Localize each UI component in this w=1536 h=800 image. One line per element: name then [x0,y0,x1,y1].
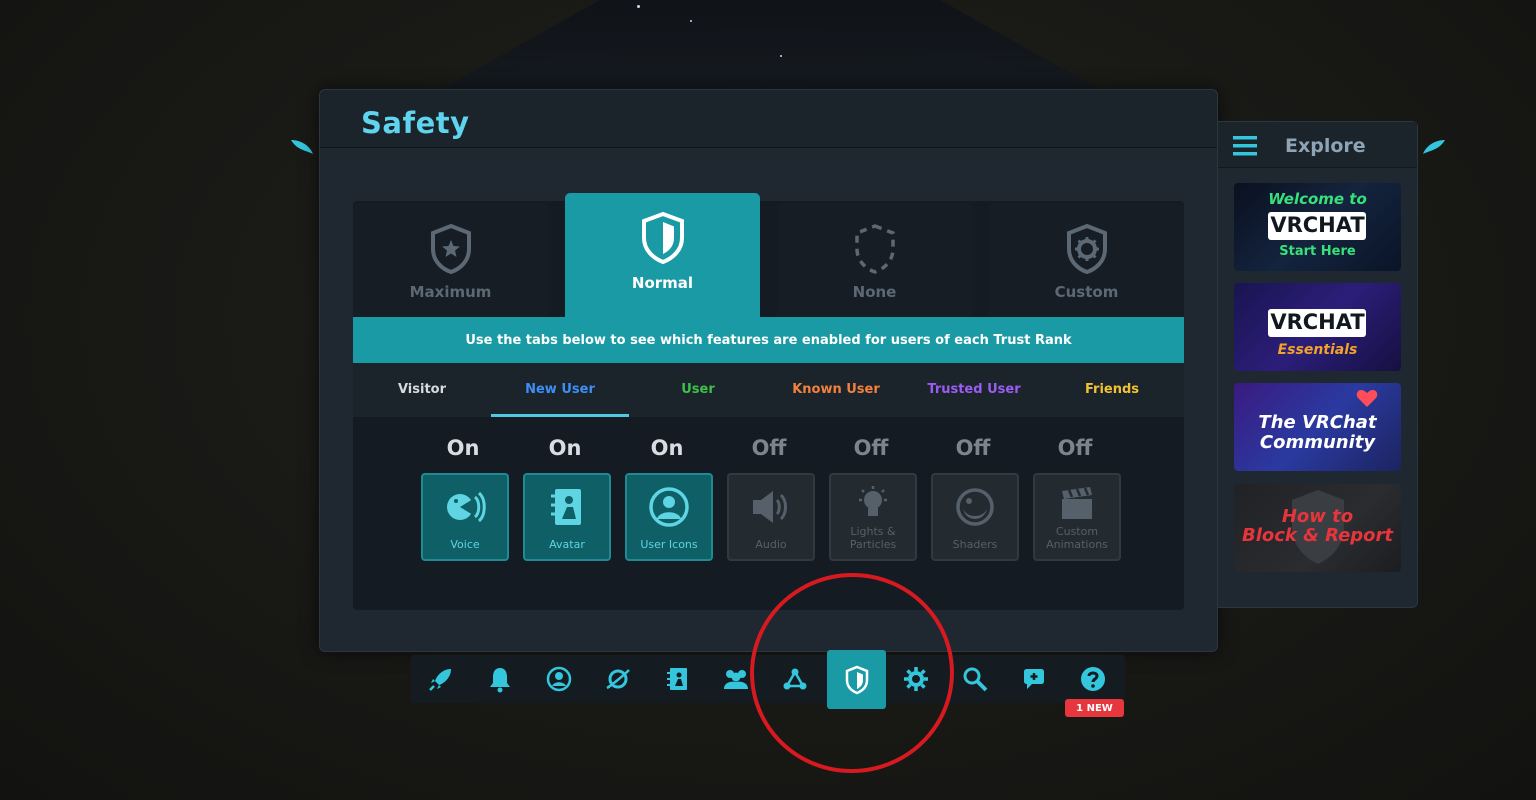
feature-label-line2: Animations [1046,538,1108,551]
feature-user-icons[interactable]: User Icons [625,473,713,561]
shield-star-icon [430,223,471,275]
profile-button[interactable] [529,655,588,703]
tab-known-user[interactable]: Known User [767,363,905,417]
feature-audio[interactable]: Audio [727,473,815,561]
search-icon [963,667,987,692]
avatar-icon [551,489,581,525]
help-icon [1080,667,1105,691]
trust-rank-tabs: Visitor New User User Known User Trusted… [353,363,1184,417]
feature-label: Lights & Particles [831,525,915,551]
rank-label: None [852,283,897,301]
profile-icon [546,666,571,692]
help-button[interactable] [1063,655,1122,703]
rank-label: Normal [631,274,694,292]
voice-icon [447,491,486,523]
page-title: Safety [361,106,470,140]
feature-label: Voice [450,538,480,551]
heart-icon [1356,390,1378,407]
rank-label: Maximum [409,283,492,301]
star [637,5,640,8]
card-text: The VRChat [1258,412,1377,433]
wing-left-icon [291,140,313,154]
card-text: Essentials [1277,342,1358,358]
tab-user[interactable]: User [629,363,767,417]
shaders-icon [956,488,994,526]
voice-status: On [446,436,480,460]
explore-card-community[interactable]: The VRChat Community [1234,383,1401,471]
custom-animations-status: Off [1057,436,1093,460]
rank-maximum[interactable]: Maximum [353,203,548,317]
card-text: VRCHAT [1270,310,1365,334]
explore-title: Explore [1285,135,1366,157]
menu-icon[interactable] [1233,135,1257,157]
feature-label: Shaders [952,538,998,551]
launch-pad-icon [428,669,451,691]
shield-icon [641,211,684,265]
night-sky [430,0,1110,95]
feature-label: User Icons [640,538,698,551]
notifications-button[interactable] [470,655,529,703]
trust-rank-info: Use the tabs below to see which features… [353,317,1184,363]
feature-voice[interactable]: Voice [421,473,509,561]
lights-particles-status: Off [853,436,889,460]
launch-pad-button[interactable] [411,655,470,703]
explore-card-welcome[interactable]: Welcome to VRCHAT Start Here [1234,183,1401,271]
feature-label-line2: Particles [849,538,897,551]
audio-status: Off [751,436,787,460]
safety-panel: Safety Maximum Normal None Custom Use th… [319,89,1218,652]
card-text: How to [1281,506,1354,527]
feature-label: Avatar [549,538,585,551]
star [780,55,782,57]
rank-label: Custom [1054,283,1119,301]
avatars-button[interactable] [647,655,706,703]
social-icon [723,670,748,689]
card-text: Start Here [1279,244,1356,259]
feedback-icon [1023,669,1044,689]
feature-label: Custom Animations [1035,525,1119,551]
lightbulb-icon [859,486,887,516]
user-icons-icon [649,487,689,527]
tab-visitor[interactable]: Visitor [353,363,491,417]
new-badge: 1 NEW [1065,699,1124,717]
rank-custom[interactable]: Custom [989,203,1184,317]
feedback-button[interactable] [1004,655,1063,703]
avatars-icon [666,668,687,690]
card-text: VRCHAT [1270,213,1365,237]
feature-label-line1: Lights & [850,525,896,538]
explore-sidebar: Explore Welcome to VRCHAT Start Here VRC… [1217,121,1418,608]
card-text: Block & Report [1241,525,1394,546]
shield-gear-icon [1066,223,1107,275]
rank-none[interactable]: None [777,203,972,317]
feature-avatar[interactable]: Avatar [523,473,611,561]
tab-friends[interactable]: Friends [1043,363,1181,417]
audio-icon [753,491,787,523]
feature-shaders[interactable]: Shaders [931,473,1019,561]
feature-custom-animations[interactable]: Custom Animations [1033,473,1121,561]
clapperboard-icon [1062,487,1092,519]
card-text: Welcome to [1268,190,1367,208]
rank-normal[interactable]: Normal [565,193,760,317]
tab-new-user[interactable]: New User [491,363,629,417]
user-icons-status: On [650,436,684,460]
shaders-status: Off [955,436,991,460]
notifications-icon [489,668,510,693]
avatar-status: On [548,436,582,460]
explore-card-block-report[interactable]: How to Block & Report [1234,484,1401,572]
worlds-button[interactable] [588,655,647,703]
feature-label-line1: Custom [1055,525,1099,538]
shield-dashed-icon [854,224,895,274]
feature-label: Audio [755,538,787,551]
explore-card-essentials[interactable]: VRCHAT Essentials [1234,283,1401,371]
worlds-icon [605,669,630,690]
card-text: Community [1259,432,1376,453]
star [690,20,692,22]
tab-trusted-user[interactable]: Trusted User [905,363,1043,417]
wing-right-icon [1423,140,1445,154]
feature-lights-particles[interactable]: Lights & Particles [829,473,917,561]
